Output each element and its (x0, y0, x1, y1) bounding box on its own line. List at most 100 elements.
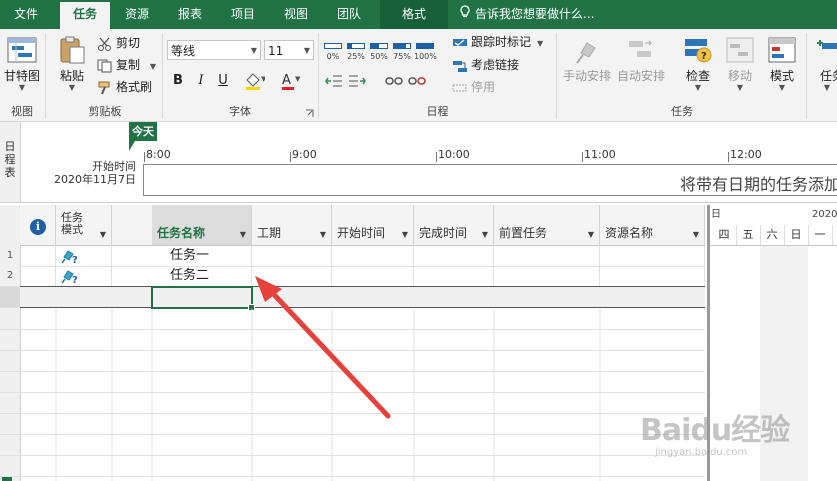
indicator-cell[interactable] (20, 246, 56, 266)
resources-cell[interactable] (600, 246, 705, 266)
indicator-cell[interactable] (20, 266, 56, 286)
italic-button[interactable]: I (191, 71, 211, 91)
unlink-tasks-icon[interactable] (408, 73, 426, 89)
tab-format[interactable]: 格式 (380, 0, 448, 29)
chevron-down-icon[interactable]: ▼ (482, 230, 488, 239)
spacer-cell (112, 246, 152, 266)
move-button[interactable]: 移动 ▼ (720, 33, 760, 95)
column-header-predecessors[interactable]: 前置任务 ▼ (494, 205, 600, 245)
auto-schedule-icon (625, 35, 657, 65)
finish-cell[interactable] (414, 266, 494, 286)
percent-50-button[interactable]: 50% (368, 41, 390, 67)
percent-25-button[interactable]: 25% (345, 41, 367, 67)
percent-label: 100% (414, 52, 437, 61)
column-header-duration[interactable]: 工期 ▼ (252, 205, 332, 245)
copy-button[interactable]: 复制 ▼ (97, 55, 156, 75)
percent-label: 0% (326, 52, 340, 61)
column-header-start[interactable]: 开始时间 ▼ (332, 205, 414, 245)
respect-links-button[interactable]: 考虑链接 (452, 55, 519, 75)
tab-task[interactable]: 任务 (60, 2, 110, 29)
paste-button[interactable]: 粘贴 ▼ (52, 33, 92, 95)
task-name-cell[interactable]: 任务一 (152, 246, 252, 266)
inspect-button[interactable]: ? 检查 ▼ (678, 33, 718, 95)
column-header-finish[interactable]: 完成时间 ▼ (414, 205, 494, 245)
table-row[interactable]: 1 ? 任务一 (0, 246, 705, 267)
chevron-down-icon[interactable]: ▼ (240, 230, 246, 239)
row-number[interactable] (0, 351, 20, 372)
column-header-indicators[interactable]: i (20, 205, 56, 245)
auto-schedule-button[interactable]: 自动安排 (614, 33, 668, 95)
chevron-down-icon[interactable]: ▼ (588, 230, 594, 239)
resources-cell[interactable] (600, 266, 705, 286)
cut-button[interactable]: 剪切 (97, 33, 140, 53)
indent-icon[interactable] (348, 73, 366, 89)
task-mode-cell[interactable]: ? (56, 266, 112, 286)
row-number[interactable] (0, 287, 20, 308)
tell-me-box[interactable]: 告诉我您想要做什么... (460, 0, 594, 29)
format-painter-button[interactable]: 格式刷 (97, 77, 152, 97)
manually-schedule-label: 手动安排 (562, 69, 611, 83)
column-header-resources[interactable]: 资源名称 ▼ (600, 205, 705, 245)
row-number[interactable] (0, 330, 20, 351)
column-header-task-name[interactable]: 任务名称 ▼ (152, 205, 252, 245)
tab-team[interactable]: 团队 (324, 0, 374, 29)
manual-schedule-pin-icon: ? (61, 268, 79, 286)
mark-on-track-label: 跟踪时标记 (471, 35, 532, 49)
duration-cell[interactable] (252, 246, 332, 266)
bold-button[interactable]: B (168, 71, 188, 91)
manually-schedule-button[interactable]: 手动安排 (560, 33, 614, 95)
tab-view[interactable]: 视图 (270, 0, 322, 29)
underline-button[interactable]: U (213, 71, 233, 91)
percent-100-button[interactable]: 100% (414, 41, 437, 67)
tab-project[interactable]: 项目 (218, 0, 268, 29)
column-header-task-mode[interactable]: 任务 模式 ▼ (56, 205, 112, 245)
predecessors-cell[interactable] (494, 246, 600, 266)
row-number[interactable] (0, 414, 20, 435)
active-cell-cursor[interactable] (151, 286, 255, 311)
timeline-bar[interactable]: 将带有日期的任务添加 (143, 164, 837, 196)
tab-file[interactable]: 文件 (0, 0, 52, 29)
font-family-combo[interactable]: 等线 ▼ (167, 40, 261, 60)
mode-button[interactable]: 模式 ▼ (762, 33, 802, 95)
group-divider (162, 33, 163, 119)
row-number[interactable] (0, 393, 20, 414)
row-number[interactable]: 2 (0, 266, 20, 287)
predecessors-cell[interactable] (494, 266, 600, 286)
percent-0-button[interactable]: 0% (322, 41, 344, 67)
table-row-current[interactable] (0, 286, 705, 308)
gantt-chart-button[interactable]: 甘特图 ▼ (2, 33, 42, 95)
start-cell[interactable] (332, 246, 414, 266)
row-number[interactable] (0, 456, 20, 477)
chevron-down-icon[interactable]: ▼ (402, 230, 408, 239)
link-tasks-icon[interactable] (385, 73, 403, 89)
finish-cell[interactable] (414, 246, 494, 266)
row-number[interactable]: 1 (0, 246, 20, 267)
percent-75-button[interactable]: 75% (391, 41, 413, 67)
duration-cell[interactable] (252, 266, 332, 286)
outdent-icon[interactable] (325, 73, 343, 89)
highlight-color-button[interactable]: ▼ (242, 71, 267, 91)
progress-bar-icon (416, 43, 434, 49)
chevron-down-icon[interactable]: ▼ (100, 230, 106, 239)
timeline-tick-label: 8:00 (146, 148, 171, 161)
tab-resource[interactable]: 资源 (112, 0, 162, 29)
row-number[interactable] (0, 435, 20, 456)
font-color-button[interactable]: A ▼ (278, 71, 302, 91)
timeline-pane[interactable]: 日程表 今天 开始时间 2020年11月7日 8:00 9:00 10:00 1… (0, 122, 837, 203)
row-number[interactable] (0, 372, 20, 393)
task-mode-cell[interactable]: ? (56, 246, 112, 266)
chevron-down-icon[interactable]: ▼ (320, 230, 326, 239)
table-row[interactable]: 2 ? 任务二 (0, 266, 705, 287)
insert-task-button[interactable]: 任务 ▼ (810, 33, 837, 95)
chevron-down-icon[interactable]: ▼ (693, 230, 699, 239)
tab-report[interactable]: 报表 (164, 0, 216, 29)
font-color-icon: A ▼ (282, 73, 301, 90)
column-header-resources-label: 资源名称 (605, 226, 654, 240)
start-cell[interactable] (332, 266, 414, 286)
timeline-start-date: 2020年11月7日 (54, 173, 136, 186)
font-size-combo[interactable]: 11 ▼ (264, 40, 314, 60)
task-name-cell[interactable]: 任务二 (152, 266, 252, 286)
row-number[interactable] (0, 309, 20, 330)
inactivate-button[interactable]: 停用 (452, 77, 495, 97)
mark-on-track-button[interactable]: 跟踪时标记 ▼ (452, 32, 543, 52)
